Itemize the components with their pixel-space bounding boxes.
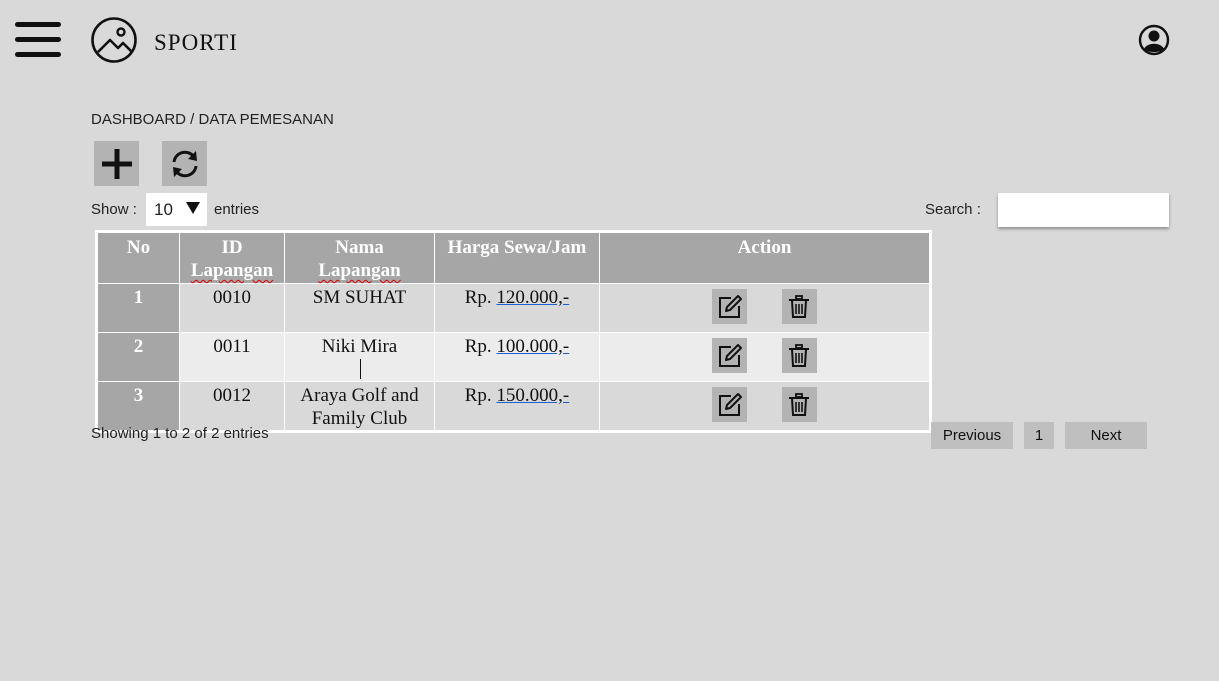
header-harga: Harga Sewa/Jam — [434, 231, 600, 284]
show-label: Show : — [91, 201, 137, 218]
text-cursor — [360, 359, 361, 379]
cell-price: Rp. 150.000,- — [434, 381, 600, 432]
cell-no: 1 — [96, 283, 180, 333]
brand-name: SPORTI — [154, 30, 238, 55]
edit-button[interactable] — [712, 289, 748, 324]
add-button[interactable] — [94, 141, 139, 186]
plus-icon — [101, 148, 132, 179]
price-prefix: Rp. — [464, 336, 492, 357]
table-info: Showing 1 to 2 of 2 entries — [91, 425, 269, 442]
cell-id: 0011 — [179, 332, 285, 382]
trash-icon — [789, 294, 810, 318]
price-value: 150.000,- — [496, 385, 570, 406]
cell-name: Niki Mira — [284, 332, 435, 382]
delete-button[interactable] — [781, 387, 817, 422]
trash-icon — [789, 392, 810, 416]
table-row: 1 0010 SM SUHAT Rp. 120.000,- — [96, 283, 931, 333]
header-no: No — [96, 231, 180, 284]
search-label: Search : — [925, 201, 981, 218]
edit-icon — [718, 343, 742, 367]
delete-button[interactable] — [781, 338, 817, 373]
entries-label: entries — [214, 201, 260, 218]
cell-action — [599, 332, 931, 382]
cell-name-line1: Araya Golf and — [300, 385, 419, 406]
cell-id: 0012 — [179, 381, 285, 432]
cell-price: Rp. 120.000,- — [434, 283, 600, 333]
cell-action — [599, 283, 931, 333]
cell-action — [599, 381, 931, 432]
cell-price: Rp. 100.000,- — [434, 332, 600, 382]
next-button[interactable]: Next — [1065, 422, 1147, 449]
header-action: Action — [599, 231, 931, 284]
table-row: 3 0012 Araya Golf and Family Club Rp. 15… — [96, 381, 931, 432]
edit-icon — [718, 392, 742, 416]
trash-icon — [789, 343, 810, 367]
cell-name: Araya Golf and Family Club — [284, 381, 435, 432]
entries-value: 10 — [154, 199, 173, 219]
table-header-row: No ID Lapangan Nama Lapangan Harga Sewa/… — [96, 231, 931, 284]
breadcrumb: DASHBOARD / DATA PEMESANAN — [91, 111, 334, 128]
cell-name-line2: Family Club — [311, 408, 408, 429]
entries-select[interactable]: 10 — [146, 193, 207, 226]
price-prefix: Rp. — [464, 385, 492, 406]
table-row: 2 0011 Niki Mira Rp. 100.000,- — [96, 332, 931, 382]
refresh-icon — [172, 150, 197, 177]
search-input[interactable] — [998, 193, 1169, 227]
price-value: 100.000,- — [496, 336, 570, 357]
cell-name-text: Niki Mira — [321, 336, 398, 357]
user-account-icon[interactable] — [1138, 24, 1170, 56]
header-id-lapangan: ID Lapangan — [179, 231, 285, 284]
price-value: 120.000,- — [496, 287, 570, 308]
previous-button[interactable]: Previous — [931, 422, 1013, 449]
cell-id: 0010 — [179, 283, 285, 333]
refresh-button[interactable] — [162, 141, 207, 186]
header-nama-lapangan: Nama Lapangan — [284, 231, 435, 284]
edit-button[interactable] — [712, 387, 748, 422]
header-nama-line1: Nama — [335, 237, 384, 258]
header-id-line2: Lapangan — [190, 260, 274, 281]
hamburger-menu-icon[interactable] — [15, 22, 61, 58]
dropdown-arrow-icon — [186, 202, 200, 214]
cell-no: 2 — [96, 332, 180, 382]
booking-table: No ID Lapangan Nama Lapangan Harga Sewa/… — [95, 230, 932, 433]
cell-no: 3 — [96, 381, 180, 432]
page-1-button[interactable]: 1 — [1024, 422, 1054, 449]
header-nama-line2: Lapangan — [318, 260, 401, 281]
edit-button[interactable] — [712, 338, 748, 373]
header-id-line1: ID — [221, 237, 243, 258]
delete-button[interactable] — [781, 289, 817, 324]
image-logo-icon — [91, 17, 137, 63]
edit-icon — [718, 294, 742, 318]
cell-name: SM SUHAT — [284, 283, 435, 333]
price-prefix: Rp. — [464, 287, 492, 308]
